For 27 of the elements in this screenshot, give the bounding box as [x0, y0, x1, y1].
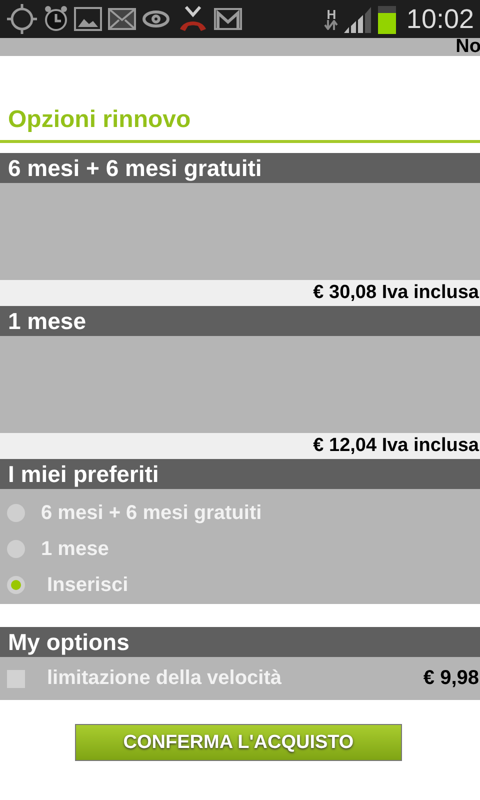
radio-button[interactable] [7, 504, 25, 522]
section-title: Opzioni rinnovo [8, 106, 192, 135]
image-icon [74, 7, 102, 31]
radio-button[interactable] [7, 540, 25, 558]
checkbox[interactable] [7, 670, 25, 688]
plan-header: 6 mesi + 6 mesi gratuiti [0, 153, 480, 183]
options-header: My options [0, 627, 480, 657]
strip-text: No [456, 38, 480, 56]
plan-price: € 12,04 Iva inclusa [0, 433, 480, 459]
gmail-icon [214, 8, 242, 30]
battery-icon [378, 6, 396, 34]
radio-button[interactable] [7, 576, 25, 594]
signal-icon [344, 5, 372, 33]
missed-call-icon [178, 5, 208, 33]
clock-time: 10:02 [406, 4, 474, 34]
gps-icon [6, 3, 38, 35]
option-price: € 9,98 [423, 667, 480, 690]
plan-header: 1 mese [0, 306, 480, 336]
option-label: limitazione della velocità [47, 667, 283, 690]
radio-label: 6 mesi + 6 mesi gratuiti [41, 502, 262, 524]
radio-label: 1 mese [41, 538, 109, 560]
confirm-button[interactable]: CONFERMA L'ACQUISTO [75, 724, 402, 761]
favorites-header: I miei preferiti [0, 459, 480, 489]
mail-icon [108, 8, 136, 30]
alarm-icon [44, 5, 68, 33]
plan-price: € 30,08 Iva inclusa [0, 280, 480, 306]
radio-label: Inserisci [47, 574, 128, 596]
